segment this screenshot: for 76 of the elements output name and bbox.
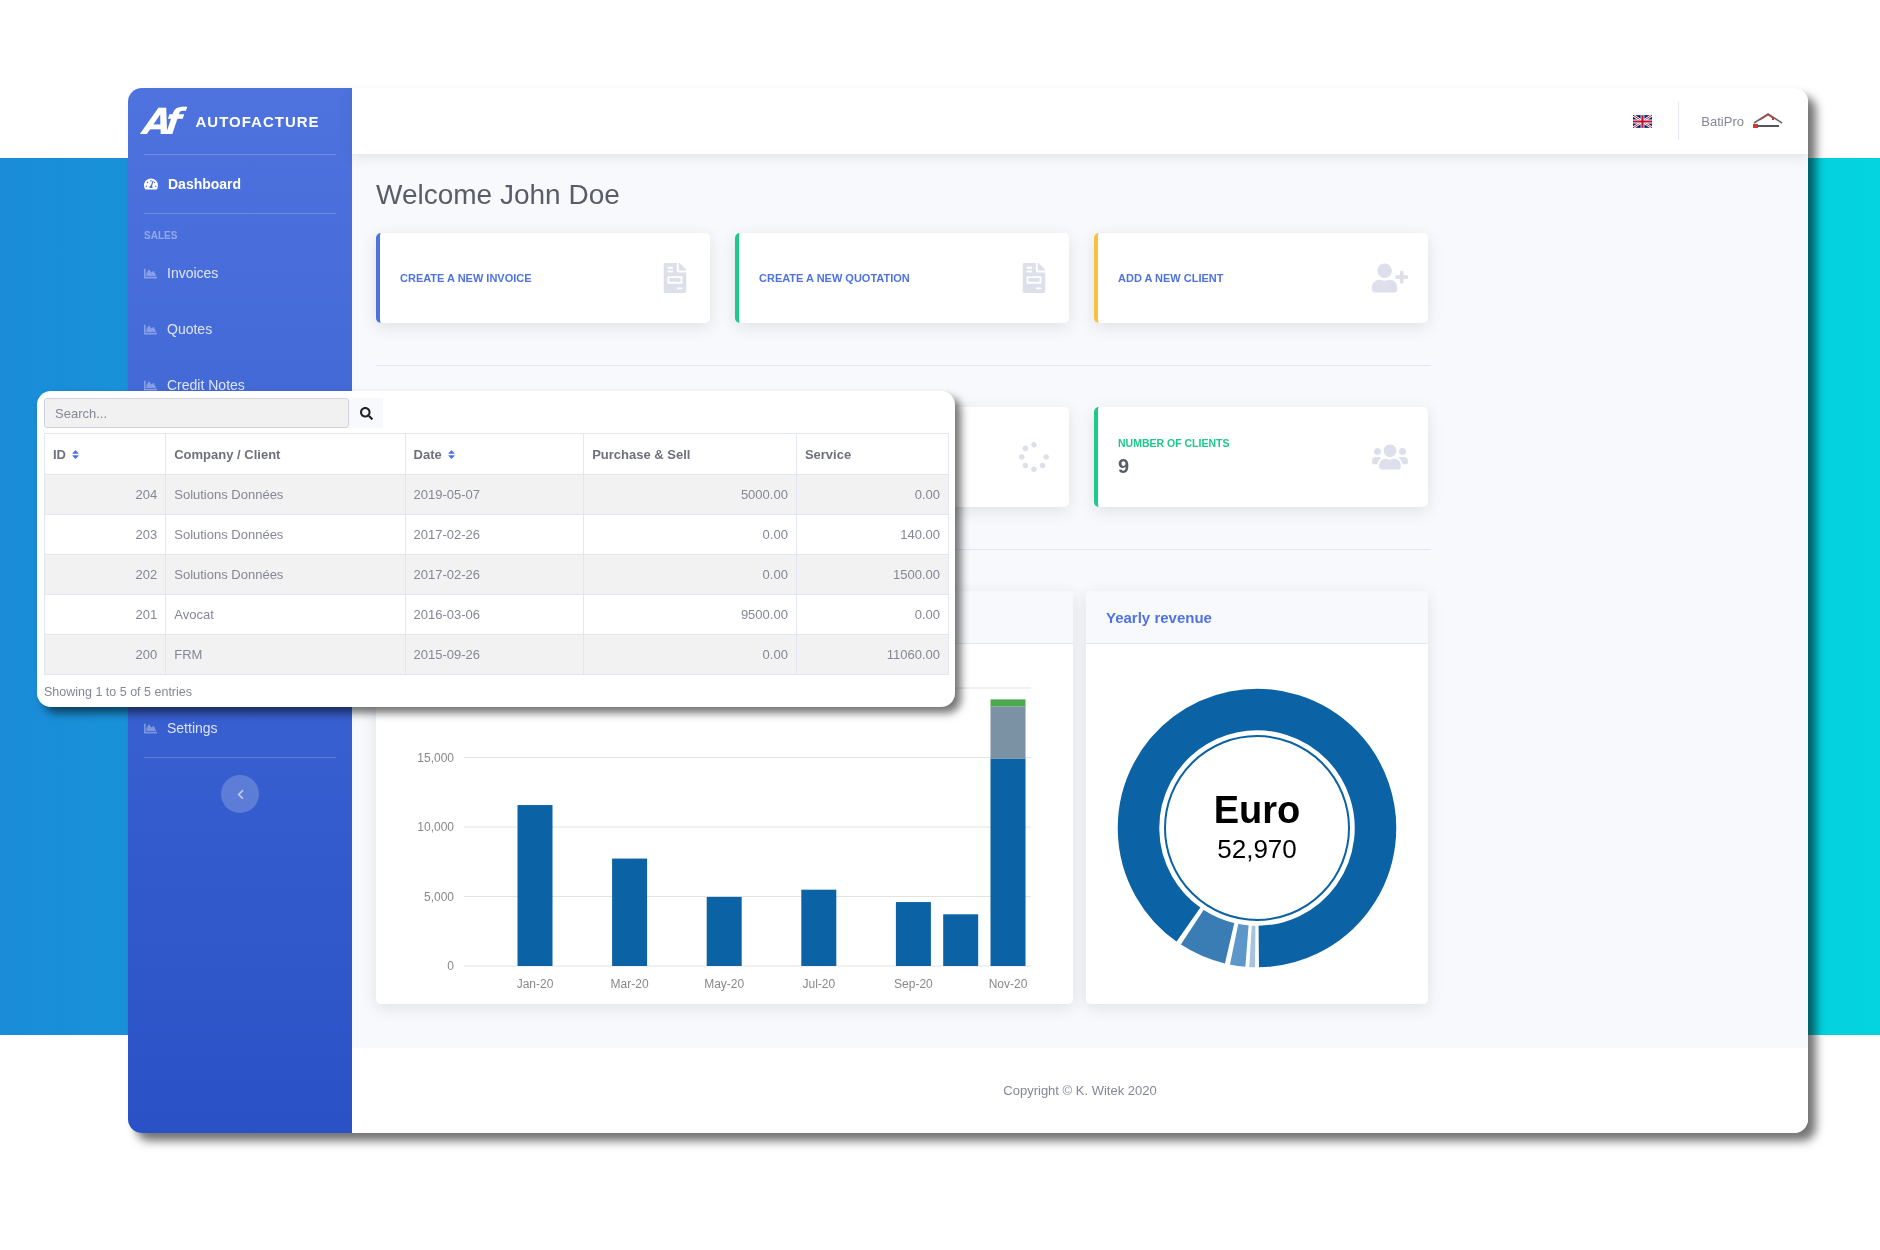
section-label: SALES xyxy=(144,230,178,241)
search-icon xyxy=(359,406,373,420)
table-cell: Solutions Données xyxy=(165,554,405,595)
table-cell: 2017-02-26 xyxy=(405,514,584,555)
table-cell: 0.00 xyxy=(583,554,797,595)
x-axis-label: Mar-20 xyxy=(610,977,649,991)
table-cell: 0.00 xyxy=(583,514,797,555)
table-cell: 0.00 xyxy=(796,594,949,635)
table-cell: 0.00 xyxy=(796,474,949,515)
table-cell: Solutions Données xyxy=(165,474,405,515)
welcome-heading: Welcome John Doe xyxy=(376,178,620,212)
area-chart-icon xyxy=(144,721,157,735)
stat-value: 9 xyxy=(1118,454,1130,478)
table-cell: Avocat xyxy=(165,594,405,635)
table-info: Showing 1 to 5 of 5 entries xyxy=(44,685,192,699)
stat-label: NUMBER OF CLIENTS xyxy=(1118,436,1230,449)
action-card[interactable]: CREATE A NEW QUOTATION xyxy=(735,233,1069,323)
action-link[interactable]: CREATE A NEW INVOICE xyxy=(400,272,532,284)
dashboard-icon xyxy=(144,177,158,191)
table-cell: 0.00 xyxy=(583,634,797,675)
table-cell: 204 xyxy=(44,474,166,515)
table-cell: FRM xyxy=(165,634,405,675)
chart-bar xyxy=(706,896,742,966)
search-field[interactable]: Search... xyxy=(44,398,349,428)
x-axis-label: Jul-20 xyxy=(802,977,836,991)
table-cell: 140.00 xyxy=(796,514,949,555)
chart-bar xyxy=(895,902,931,966)
currency-label: Euro xyxy=(1213,790,1301,830)
table-cell: 200 xyxy=(44,634,166,675)
x-axis-label: May-20 xyxy=(704,977,745,991)
table-cell: 202 xyxy=(44,554,166,595)
area-chart-icon xyxy=(144,378,157,392)
table-cell: 1500.00 xyxy=(796,554,949,595)
table-cell: 5000.00 xyxy=(583,474,797,515)
user-name[interactable]: BatiPro xyxy=(1701,113,1744,129)
x-axis-label: Nov-20 xyxy=(988,977,1028,991)
copyright-text: Copyright © K. Witek 2020 xyxy=(1003,1083,1157,1098)
panel-title: Yearly revenue xyxy=(1106,608,1212,626)
chart-bar xyxy=(943,914,979,966)
table-cell: 2017-02-26 xyxy=(405,554,584,595)
table-cell: 11060.00 xyxy=(796,634,949,675)
y-axis-label: 15,000 xyxy=(417,750,454,765)
house-logo-icon xyxy=(1752,111,1784,131)
x-axis-label: Sep-20 xyxy=(894,977,933,991)
total-value: 52,970 xyxy=(1217,834,1297,864)
column-header[interactable]: ID xyxy=(44,433,166,475)
area-chart-icon xyxy=(144,266,157,280)
table-cell: 2016-03-06 xyxy=(405,594,584,635)
y-axis-label: 0 xyxy=(447,959,454,973)
column-header: Company / Client xyxy=(165,433,405,475)
column-header: Service xyxy=(796,433,949,475)
table-cell: 9500.00 xyxy=(583,594,797,635)
sidebar-item[interactable]: Quotes xyxy=(144,314,213,344)
sidebar-item[interactable]: Dashboard xyxy=(144,161,242,207)
action-link[interactable]: CREATE A NEW QUOTATION xyxy=(759,272,910,284)
action-card[interactable]: ADD A NEW CLIENT xyxy=(1094,233,1428,323)
table-cell: 203 xyxy=(44,514,166,555)
action-link[interactable]: ADD A NEW CLIENT xyxy=(1118,272,1224,284)
column-header[interactable]: Date xyxy=(405,433,584,475)
table-cell: 2015-09-26 xyxy=(405,634,584,675)
table-cell: Solutions Données xyxy=(165,514,405,555)
sidebar-item[interactable]: Credit Notes xyxy=(144,370,245,400)
x-axis-label: Jan-20 xyxy=(516,977,554,991)
y-axis-label: 10,000 xyxy=(417,820,454,834)
spinner-icon xyxy=(1019,442,1049,472)
search-button[interactable] xyxy=(349,398,383,428)
area-chart-icon xyxy=(144,322,157,336)
column-header: Purchase & Sell xyxy=(583,433,797,475)
uk-flag-icon[interactable] xyxy=(1633,114,1653,128)
sidebar-item[interactable]: Settings xyxy=(144,713,218,743)
brand-name: AUTOFACTURE xyxy=(195,112,320,130)
sidebar-item[interactable]: Invoices xyxy=(144,258,219,288)
action-card[interactable]: CREATE A NEW INVOICE xyxy=(376,233,710,323)
table-cell: 2019-05-07 xyxy=(405,474,584,515)
y-axis-label: 5,000 xyxy=(423,889,454,904)
table-cell: 201 xyxy=(44,594,166,635)
